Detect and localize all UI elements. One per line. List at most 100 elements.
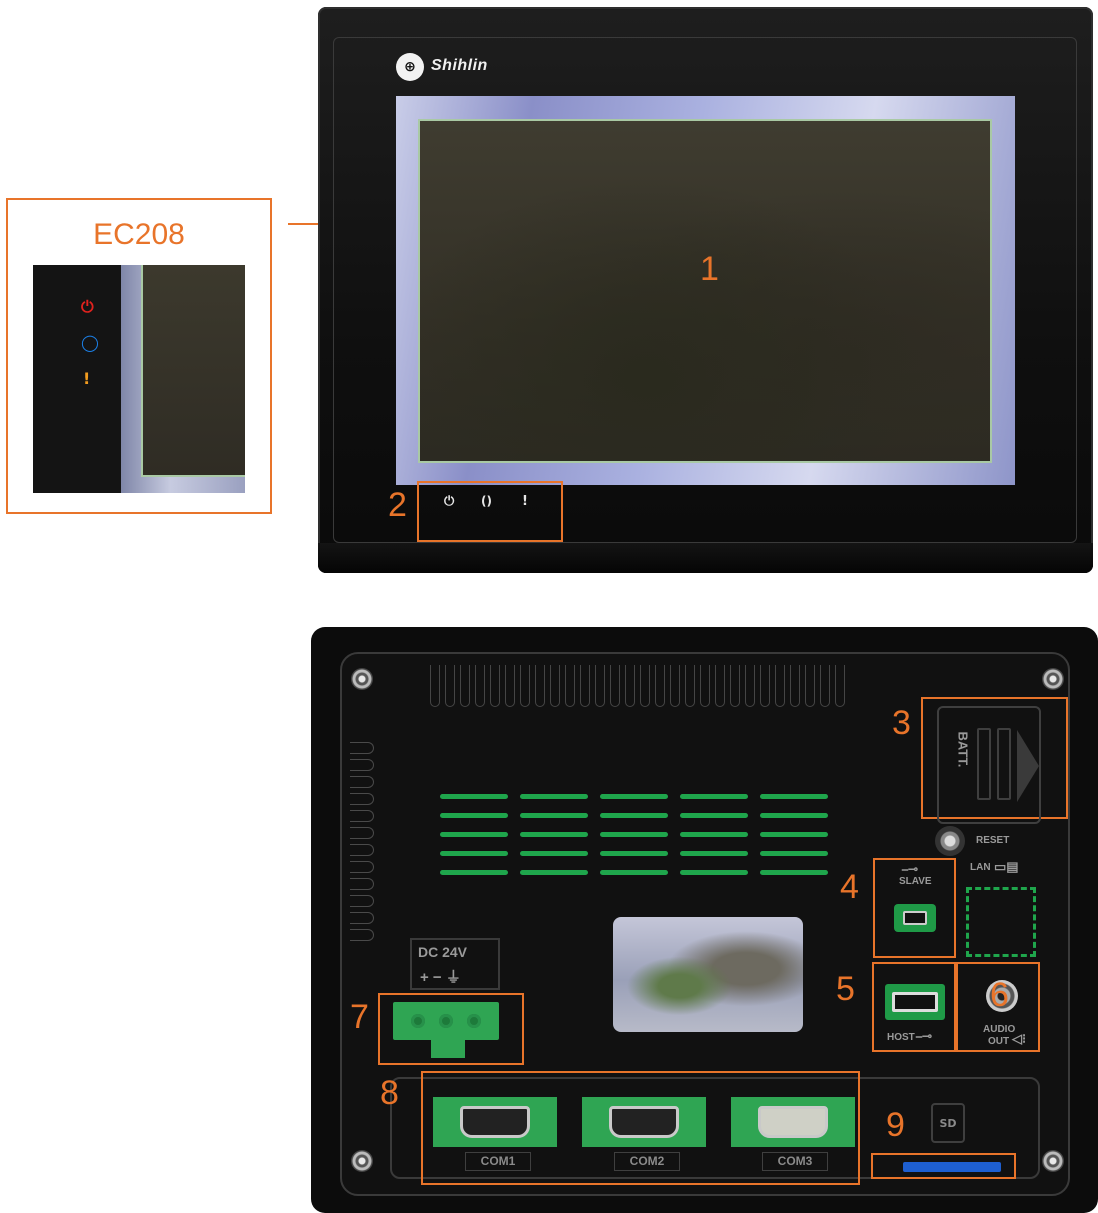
usb-slave-port[interactable] xyxy=(894,904,936,932)
side-slot xyxy=(350,912,374,924)
com1-port[interactable] xyxy=(433,1097,557,1147)
side-slot xyxy=(350,929,374,941)
callout-4: 4 xyxy=(840,868,859,906)
vent-slot xyxy=(680,870,748,875)
callout-6: 6 xyxy=(990,976,1009,1014)
battery-groove xyxy=(977,728,991,800)
vent-slot xyxy=(440,813,508,818)
screw-icon xyxy=(351,668,373,690)
battery-label: BATT. xyxy=(955,731,971,768)
sync-icon: () xyxy=(481,494,492,508)
vent-slot xyxy=(600,851,668,856)
cooling-fin xyxy=(595,665,605,707)
lan-port[interactable] xyxy=(966,887,1036,957)
cooling-fin xyxy=(610,665,620,707)
cooling-fin xyxy=(625,665,635,707)
cooling-fin xyxy=(430,665,440,707)
callout-3: 3 xyxy=(892,704,911,742)
vent-slot xyxy=(440,794,508,799)
vent-slot xyxy=(760,832,828,837)
screw-icon xyxy=(351,1150,373,1172)
usb-icon: ⎯⊸ xyxy=(902,862,919,876)
vent-slot xyxy=(760,794,828,799)
callout-1: 1 xyxy=(700,250,719,288)
audio-label-line1: AUDIO xyxy=(983,1024,1016,1035)
reset-label: RESET xyxy=(976,835,1010,846)
vent-slot xyxy=(600,832,668,837)
network-icon: ▭▤ xyxy=(994,859,1019,874)
cooling-fin xyxy=(490,665,500,707)
callout-8: 8 xyxy=(380,1074,399,1112)
vent-slot xyxy=(680,813,748,818)
vent-slot xyxy=(600,794,668,799)
cooling-fin xyxy=(760,665,770,707)
cooling-fin xyxy=(775,665,785,707)
side-slot xyxy=(350,878,374,890)
cooling-fin xyxy=(715,665,725,707)
side-slot xyxy=(350,810,374,822)
terminal-tab xyxy=(431,1040,465,1058)
usb-icon: ⎯⊸ xyxy=(916,1029,933,1043)
side-slot xyxy=(350,776,374,788)
com2-label: COM2 xyxy=(614,1152,680,1171)
vent-slot xyxy=(520,832,588,837)
cooling-fin xyxy=(700,665,710,707)
cooling-fin xyxy=(790,665,800,707)
rear-display-window xyxy=(613,917,803,1032)
cooling-fin xyxy=(745,665,755,707)
touch-screen xyxy=(418,119,992,463)
battery-groove xyxy=(997,728,1011,800)
cooling-fin xyxy=(640,665,650,707)
screw-icon xyxy=(1042,1150,1064,1172)
reset-button[interactable] xyxy=(935,826,965,856)
callout-2: 2 xyxy=(388,486,407,524)
vent-slot xyxy=(600,813,668,818)
led-callout-box xyxy=(417,481,563,542)
cooling-fin xyxy=(550,665,560,707)
side-slot xyxy=(350,793,374,805)
cooling-fin xyxy=(805,665,815,707)
side-slot xyxy=(350,827,374,839)
cooling-fin xyxy=(670,665,680,707)
side-slot xyxy=(350,742,374,754)
vent-slot xyxy=(760,851,828,856)
sd-label: SD xyxy=(931,1103,965,1143)
vent-slot xyxy=(600,870,668,875)
arrow-right-icon xyxy=(1017,730,1039,802)
audio-label-line2: OUT xyxy=(988,1036,1010,1047)
vent-slot xyxy=(440,851,508,856)
cooling-fin xyxy=(655,665,665,707)
vent-slot xyxy=(520,794,588,799)
terminal-hole xyxy=(439,1014,453,1028)
vent-slot xyxy=(680,832,748,837)
battery-cover[interactable]: BATT. xyxy=(937,706,1041,824)
vent-slot xyxy=(440,870,508,875)
terminal-hole xyxy=(467,1014,481,1028)
com3-label: COM3 xyxy=(762,1152,828,1171)
usb-host-port[interactable] xyxy=(885,984,945,1020)
side-slot xyxy=(350,759,374,771)
sd-card-slot[interactable] xyxy=(903,1162,1001,1172)
power-terminal-block[interactable] xyxy=(393,1002,499,1040)
com3-port[interactable] xyxy=(731,1097,855,1147)
cooling-fin xyxy=(535,665,545,707)
cooling-fin xyxy=(685,665,695,707)
callout-5: 5 xyxy=(836,970,855,1008)
cooling-fin xyxy=(460,665,470,707)
dc-polarity-label: + − ⏚ xyxy=(420,969,461,986)
lan-label: LAN xyxy=(970,862,991,873)
cooling-fin xyxy=(580,665,590,707)
usb-slave-label: SLAVE xyxy=(899,876,932,887)
dc-voltage-label: DC 24V xyxy=(418,944,468,960)
vent-slot xyxy=(680,851,748,856)
cooling-fin xyxy=(475,665,485,707)
front-bottom-strip xyxy=(318,543,1093,573)
cooling-fin xyxy=(505,665,515,707)
side-slot xyxy=(350,844,374,856)
side-slot xyxy=(350,895,374,907)
com2-port[interactable] xyxy=(582,1097,706,1147)
terminal-hole xyxy=(411,1014,425,1028)
speaker-icon: ◁⁝ xyxy=(1012,1031,1027,1046)
vent-slot xyxy=(680,794,748,799)
vent-slot xyxy=(520,813,588,818)
